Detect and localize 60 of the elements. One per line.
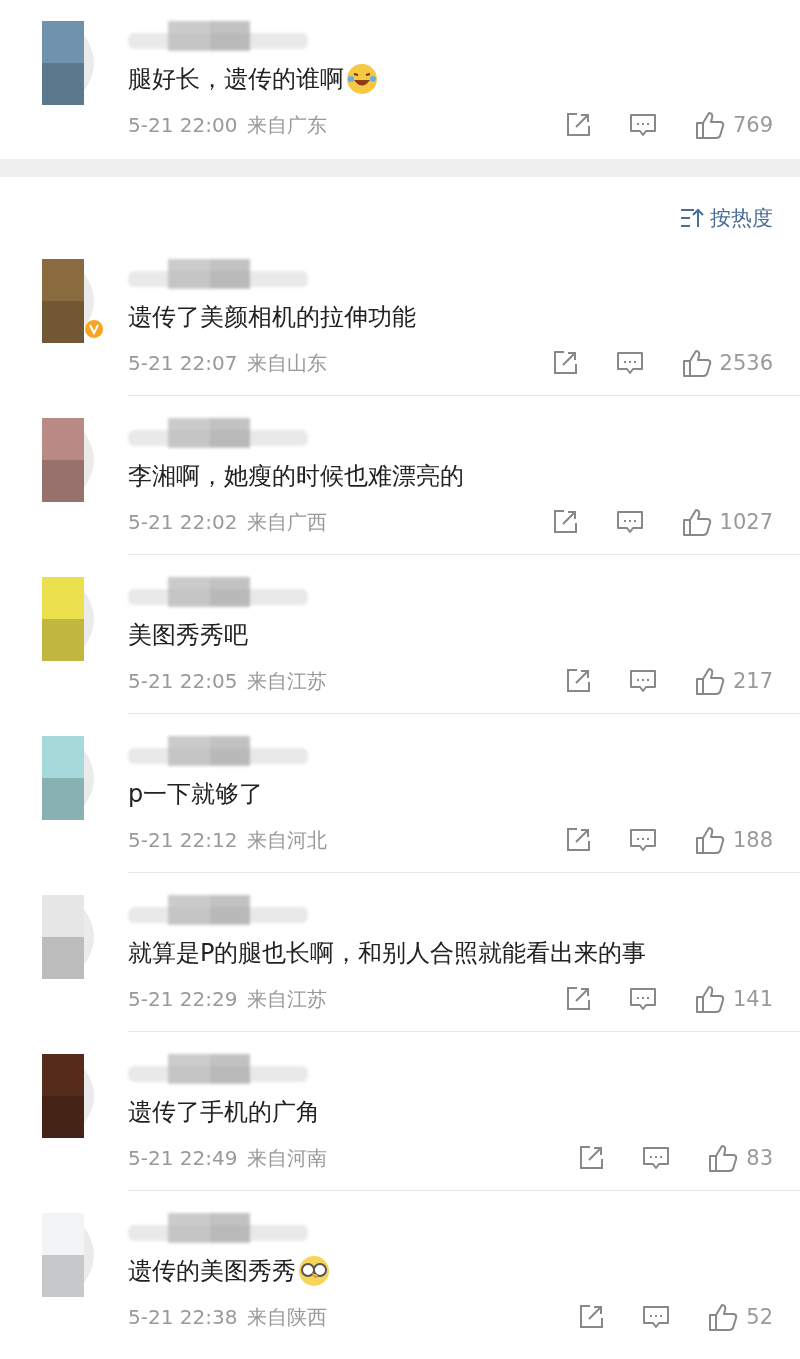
laughing-emoji-icon [346, 63, 378, 95]
comment-location: 来自山东 [247, 349, 328, 377]
comment-location: 来自河北 [247, 826, 328, 854]
sort-by-hot-button[interactable]: 按热度 [680, 204, 773, 232]
thumbs-up-icon [708, 1143, 739, 1173]
thumbs-up-icon [694, 666, 725, 696]
comment-icon[interactable] [628, 827, 657, 853]
comment-text: p一下就够了 [128, 779, 264, 810]
comment-time: 5-21 22:00 [128, 113, 238, 137]
comment-text: 就算是P的腿也长啊，和别人合照就能看出来的事 [128, 938, 647, 969]
like-button[interactable]: 769 [694, 110, 773, 140]
comment-time: 5-21 22:29 [128, 987, 238, 1011]
comment-text: 遗传了美颜相机的拉伸功能 [128, 302, 416, 333]
thumbs-up-icon [694, 984, 725, 1014]
glasses-emoji-icon [298, 1255, 330, 1287]
thumbs-up-icon [681, 348, 712, 378]
comment-time: 5-21 22:38 [128, 1305, 238, 1329]
share-icon[interactable] [551, 350, 578, 376]
comment-text: 李湘啊，她瘦的时候也难漂亮的 [128, 461, 464, 492]
like-button[interactable]: 1027 [681, 507, 773, 537]
like-button[interactable]: 188 [694, 825, 773, 855]
comment-location: 来自广西 [247, 508, 328, 536]
sort-icon [680, 207, 704, 229]
like-button[interactable]: 52 [708, 1302, 773, 1332]
comment-time: 5-21 22:07 [128, 351, 238, 375]
comment-text: 遗传了手机的广角 [128, 1097, 320, 1128]
comment-icon[interactable] [642, 1145, 671, 1171]
comment-icon[interactable] [628, 668, 657, 694]
comment-icon[interactable] [628, 112, 657, 138]
comment-icon[interactable] [628, 986, 657, 1012]
comment-location: 来自江苏 [247, 985, 328, 1013]
comment-text: 美图秀秀吧 [128, 620, 248, 651]
like-button[interactable]: 141 [694, 984, 773, 1014]
comment-text: 遗传的美图秀秀 [128, 1256, 296, 1287]
share-icon[interactable] [564, 827, 591, 853]
thumbs-up-icon [694, 825, 725, 855]
comment-time: 5-21 22:12 [128, 828, 238, 852]
share-icon[interactable] [564, 668, 591, 694]
comment-location: 来自江苏 [247, 667, 328, 695]
comment-icon[interactable] [615, 509, 644, 535]
comment-location: 来自河南 [247, 1144, 328, 1172]
share-icon[interactable] [564, 986, 591, 1012]
share-icon[interactable] [551, 509, 578, 535]
like-button[interactable]: 2536 [681, 348, 773, 378]
comment-icon[interactable] [615, 350, 644, 376]
comment-time: 5-21 22:49 [128, 1146, 238, 1170]
share-icon[interactable] [564, 112, 591, 138]
comment-text: 腿好长，遗传的谁啊 [128, 64, 344, 95]
share-icon[interactable] [578, 1304, 605, 1330]
comment-time: 5-21 22:05 [128, 669, 238, 693]
like-button[interactable]: 217 [694, 666, 773, 696]
thumbs-up-icon [681, 507, 712, 537]
comment-location: 来自广东 [247, 111, 328, 139]
thumbs-up-icon [708, 1302, 739, 1332]
thumbs-up-icon [694, 110, 725, 140]
comment-icon[interactable] [642, 1304, 671, 1330]
share-icon[interactable] [578, 1145, 605, 1171]
comment-time: 5-21 22:02 [128, 510, 238, 534]
comment-location: 来自陕西 [247, 1303, 328, 1331]
like-button[interactable]: 83 [708, 1143, 773, 1173]
